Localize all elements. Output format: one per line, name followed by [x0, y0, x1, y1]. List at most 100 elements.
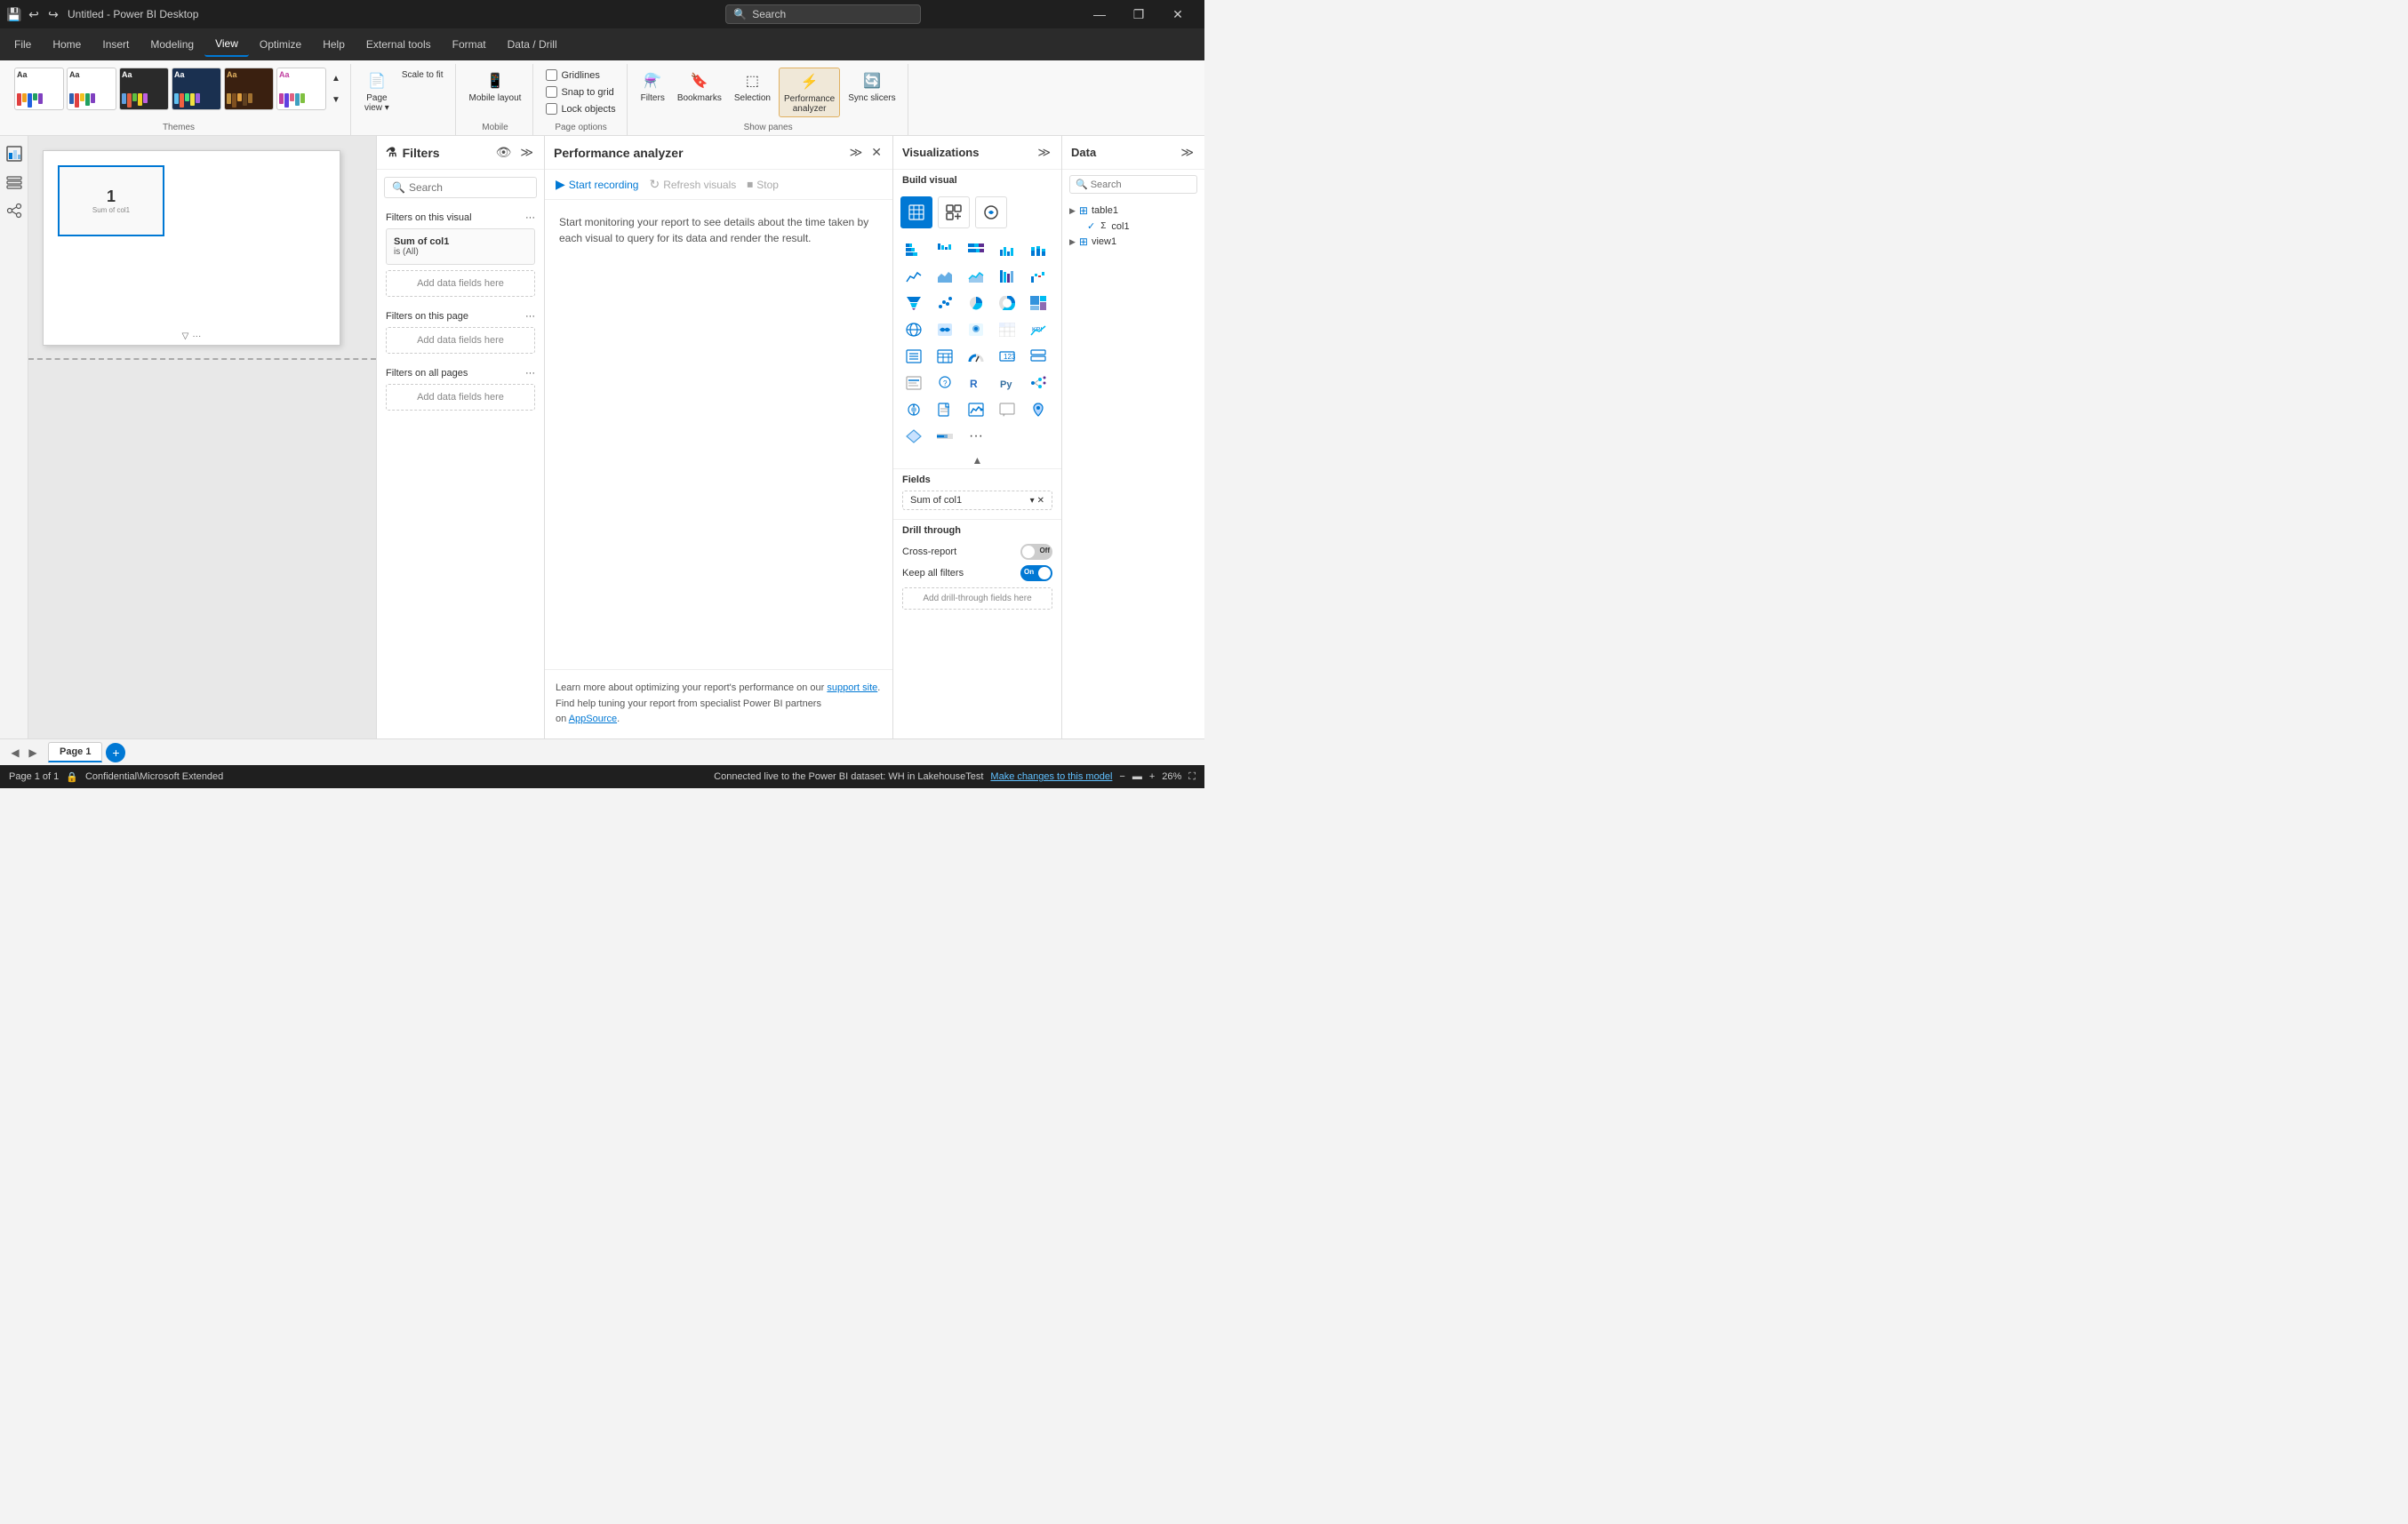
- data-pane-expand-btn[interactable]: ≫: [1179, 143, 1196, 162]
- mobile-layout-button[interactable]: 📱 Mobile layout: [465, 68, 526, 106]
- filters-search-input[interactable]: [409, 181, 529, 194]
- viz-stacked-bar[interactable]: [900, 237, 927, 262]
- appsource-link[interactable]: AppSource: [569, 714, 617, 724]
- viz-ai-visuals-btn[interactable]: [975, 196, 1007, 228]
- page-view-button[interactable]: 📄 Pageview ▾: [360, 68, 394, 116]
- viz-funnel[interactable]: [900, 291, 927, 315]
- add-page-fields-box[interactable]: Add data fields here: [386, 327, 535, 354]
- viz-donut-chart[interactable]: [994, 291, 1020, 315]
- filters-on-visual-more[interactable]: ···: [525, 212, 535, 223]
- theme-6[interactable]: Aa: [276, 68, 326, 110]
- theme-2[interactable]: Aa: [67, 68, 116, 110]
- viz-bullet[interactable]: [932, 424, 958, 449]
- restore-button[interactable]: ❐: [1119, 0, 1158, 28]
- snap-to-grid-input[interactable]: [546, 86, 557, 98]
- viz-line-chart[interactable]: [900, 264, 927, 289]
- viz-diamond[interactable]: [900, 424, 927, 449]
- data-search-box[interactable]: 🔍: [1069, 175, 1197, 194]
- viz-decomp-tree[interactable]: [1025, 371, 1052, 395]
- performance-analyzer-button[interactable]: ⚡ Performanceanalyzer: [779, 68, 840, 117]
- viz-icon-map[interactable]: [1025, 397, 1052, 422]
- viz-line-area[interactable]: [963, 264, 989, 289]
- viz-100-stacked-bar[interactable]: [963, 237, 989, 262]
- viz-add-visual-btn[interactable]: [938, 196, 970, 228]
- canvas-area[interactable]: 1 Sum of col1 ▽ ···: [28, 136, 376, 738]
- gridlines-input[interactable]: [546, 69, 557, 81]
- lock-objects-input[interactable]: [546, 103, 557, 115]
- viz-pie-chart[interactable]: [963, 291, 989, 315]
- viz-scatter[interactable]: [932, 291, 958, 315]
- themes-more-btn[interactable]: ▲ ▼: [329, 68, 343, 110]
- viz-azure-map[interactable]: [963, 317, 989, 342]
- sidebar-data-icon[interactable]: [4, 172, 25, 193]
- viz-clustered-bar[interactable]: [932, 237, 958, 262]
- viz-waterfall[interactable]: [1025, 264, 1052, 289]
- viz-slicer[interactable]: [900, 344, 927, 369]
- filters-button[interactable]: ⚗️ Filters: [636, 68, 669, 106]
- perf-close-btn[interactable]: ✕: [869, 143, 884, 162]
- report-canvas[interactable]: 1 Sum of col1 ▽ ···: [43, 150, 340, 346]
- viz-smart-narrative[interactable]: [900, 371, 927, 395]
- sidebar-model-icon[interactable]: [4, 200, 25, 221]
- viz-gauge[interactable]: [963, 344, 989, 369]
- add-page-button[interactable]: +: [106, 743, 125, 762]
- filters-expand-icon[interactable]: ≫: [518, 143, 535, 162]
- theme-5[interactable]: Aa: [224, 68, 274, 110]
- filters-search-box[interactable]: 🔍: [384, 177, 537, 198]
- viz-grid-collapse[interactable]: ▲: [893, 452, 1061, 468]
- viz-python-visual[interactable]: Py: [994, 371, 1020, 395]
- viz-ribbon-chart[interactable]: [994, 264, 1020, 289]
- viz-filled-map[interactable]: [932, 317, 958, 342]
- viz-key-influencers[interactable]: [900, 397, 927, 422]
- menu-data-drill[interactable]: Data / Drill: [497, 33, 568, 56]
- prev-page-btn[interactable]: ◀: [7, 745, 23, 761]
- viz-metrics[interactable]: [963, 397, 989, 422]
- close-button[interactable]: ✕: [1158, 0, 1197, 28]
- lock-objects-checkbox[interactable]: Lock objects: [542, 101, 619, 116]
- filters-on-all-more[interactable]: ···: [525, 368, 535, 379]
- scale-to-fit-button[interactable]: Scale to fit: [397, 68, 448, 83]
- viz-area-chart[interactable]: [932, 264, 958, 289]
- viz-card[interactable]: 123: [994, 344, 1020, 369]
- menu-home[interactable]: Home: [42, 33, 92, 56]
- support-site-link[interactable]: support site: [827, 682, 877, 693]
- menu-format[interactable]: Format: [442, 33, 497, 56]
- viz-stacked-column[interactable]: [1025, 237, 1052, 262]
- viz-kpi[interactable]: KPI: [1025, 317, 1052, 342]
- make-changes-link[interactable]: Make changes to this model: [990, 771, 1112, 782]
- save-icon[interactable]: 💾: [7, 7, 21, 21]
- menu-modeling[interactable]: Modeling: [140, 33, 204, 56]
- viz-qna[interactable]: ?: [932, 371, 958, 395]
- perf-expand-btn[interactable]: ≫: [848, 143, 865, 162]
- field-chip-dropdown-icon[interactable]: ▾: [1030, 496, 1035, 506]
- snap-to-grid-checkbox[interactable]: Snap to grid: [542, 84, 617, 100]
- zoom-bar[interactable]: ▬: [1132, 771, 1142, 782]
- viz-r-visual[interactable]: R: [963, 371, 989, 395]
- theme-4[interactable]: Aa: [172, 68, 221, 110]
- menu-help[interactable]: Help: [312, 33, 356, 56]
- viz-treemap[interactable]: [1025, 291, 1052, 315]
- page-tab-1[interactable]: Page 1: [48, 742, 102, 762]
- zoom-plus-btn[interactable]: +: [1149, 771, 1155, 782]
- viz-narrative[interactable]: [994, 397, 1020, 422]
- cross-report-toggle[interactable]: Off: [1020, 544, 1052, 560]
- sync-slicers-button[interactable]: 🔄 Sync slicers: [844, 68, 900, 106]
- filters-hide-filter-icon[interactable]: 👁: [494, 143, 514, 162]
- menu-optimize[interactable]: Optimize: [249, 33, 312, 56]
- viz-map[interactable]: [900, 317, 927, 342]
- viz-clustered-column[interactable]: [994, 237, 1020, 262]
- viz-expand-btn[interactable]: ≫: [1036, 143, 1052, 162]
- field-chip-sum-col1[interactable]: Sum of col1 ▾ ✕: [902, 491, 1052, 510]
- viz-more[interactable]: ···: [963, 424, 989, 449]
- menu-file[interactable]: File: [4, 33, 42, 56]
- theme-1[interactable]: Aa: [14, 68, 64, 110]
- refresh-visuals-button[interactable]: ↻ Refresh visuals: [649, 177, 736, 192]
- filter-card-sum-col1[interactable]: Sum of col1 is (All): [386, 228, 535, 265]
- viz-table[interactable]: [932, 344, 958, 369]
- viz-matrix[interactable]: [994, 317, 1020, 342]
- viz-multirow-card[interactable]: [1025, 344, 1052, 369]
- selection-button[interactable]: ⬚ Selection: [730, 68, 775, 106]
- next-page-btn[interactable]: ▶: [25, 745, 41, 761]
- menu-external-tools[interactable]: External tools: [356, 33, 442, 56]
- add-visual-fields-box[interactable]: Add data fields here: [386, 270, 535, 297]
